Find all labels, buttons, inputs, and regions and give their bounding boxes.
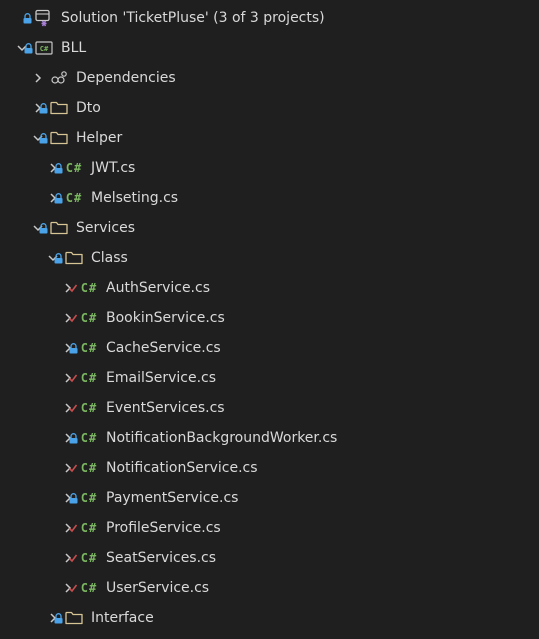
- check-icon: [68, 363, 78, 393]
- lock-icon: [53, 243, 63, 273]
- check-icon: [68, 573, 78, 603]
- check-icon: [68, 543, 78, 573]
- tree-item[interactable]: Class: [0, 243, 539, 273]
- csharp-file-icon: C#: [80, 341, 98, 355]
- solution-explorer-tree: Solution 'TicketPluse' (3 of 3 projects)…: [0, 0, 539, 639]
- chevron-right-icon[interactable]: [32, 63, 44, 93]
- check-icon: [68, 303, 78, 333]
- tree-item-label: NotificationBackgroundWorker.cs: [106, 430, 338, 446]
- tree-item-label: EventServices.cs: [106, 400, 225, 416]
- tree-item[interactable]: C# ProfileService.cs: [0, 513, 539, 543]
- csharp-file-icon: C#: [80, 551, 98, 565]
- tree-item-label: UserService.cs: [106, 580, 210, 596]
- tree-item[interactable]: C# CacheService.cs: [0, 333, 539, 363]
- tree-item-label: Melseting.cs: [91, 190, 179, 206]
- check-icon: [68, 393, 78, 423]
- tree-item-label: Helper: [76, 130, 123, 146]
- tree-item[interactable]: C# AuthService.cs: [0, 273, 539, 303]
- lock-icon: [68, 423, 78, 453]
- solution-icon: [34, 3, 52, 33]
- tree-item-label: EmailService.cs: [106, 370, 217, 386]
- csharp-file-icon: C#: [80, 581, 98, 595]
- tree-item[interactable]: Helper: [0, 123, 539, 153]
- tree-item-label: Dependencies: [76, 70, 176, 86]
- csharp-file-icon: C#: [80, 431, 98, 445]
- folder-icon: [50, 93, 68, 123]
- tree-item[interactable]: C# Melseting.cs: [0, 183, 539, 213]
- tree-item-label: BLL: [61, 40, 87, 56]
- tree-item[interactable]: C# EmailService.cs: [0, 363, 539, 393]
- dependencies-icon: [50, 63, 68, 93]
- tree-item-label: AuthService.cs: [106, 280, 210, 296]
- tree-item-label: NotificationService.cs: [106, 460, 258, 476]
- svg-text:C#: C#: [40, 45, 49, 53]
- tree-item-label: SeatServices.cs: [106, 550, 217, 566]
- tree-item-label: BookinService.cs: [106, 310, 225, 326]
- tree-item[interactable]: C# JWT.cs: [0, 153, 539, 183]
- tree-item-label: ProfileService.cs: [106, 520, 221, 536]
- tree-item-label: Dto: [76, 100, 101, 116]
- tree-item[interactable]: C# BLL: [0, 33, 539, 63]
- solution-label: Solution 'TicketPluse' (3 of 3 projects): [61, 10, 325, 26]
- folder-icon: [50, 213, 68, 243]
- tree-item-label: JWT.cs: [91, 160, 136, 176]
- lock-icon: [23, 33, 33, 63]
- tree-item[interactable]: Interface: [0, 603, 539, 633]
- tree-item[interactable]: C# NotificationService.cs: [0, 453, 539, 483]
- csharp-file-icon: C#: [65, 191, 83, 205]
- tree-item-label: Services: [76, 220, 136, 236]
- tree-item-label: PaymentService.cs: [106, 490, 239, 506]
- lock-icon: [68, 483, 78, 513]
- lock-icon: [38, 93, 48, 123]
- tree-item-label: Interface: [91, 610, 154, 626]
- tree-item[interactable]: C# UserService.cs: [0, 573, 539, 603]
- csharp-file-icon: C#: [80, 401, 98, 415]
- tree-item[interactable]: Dto: [0, 93, 539, 123]
- tree-item[interactable]: C# PaymentService.cs: [0, 483, 539, 513]
- csharp-file-icon: C#: [80, 311, 98, 325]
- tree-item-label: Class: [91, 250, 128, 266]
- folder-icon: [50, 123, 68, 153]
- tree-item-label: CacheService.cs: [106, 340, 221, 356]
- check-icon: [68, 513, 78, 543]
- lock-icon: [22, 3, 32, 33]
- tree-item[interactable]: C# SeatServices.cs: [0, 543, 539, 573]
- lock-icon: [53, 153, 63, 183]
- lock-icon: [38, 123, 48, 153]
- lock-icon: [53, 603, 63, 633]
- lock-icon: [38, 213, 48, 243]
- check-icon: [68, 453, 78, 483]
- lock-icon: [53, 183, 63, 213]
- tree-item[interactable]: C# EventServices.cs: [0, 393, 539, 423]
- solution-node[interactable]: Solution 'TicketPluse' (3 of 3 projects): [0, 3, 539, 33]
- csharp-file-icon: C#: [65, 161, 83, 175]
- check-icon: [68, 273, 78, 303]
- csharp-file-icon: C#: [80, 521, 98, 535]
- tree-item[interactable]: C# NotificationBackgroundWorker.cs: [0, 423, 539, 453]
- lock-icon: [68, 333, 78, 363]
- csharp-file-icon: C#: [80, 491, 98, 505]
- tree-item[interactable]: C# BookinService.cs: [0, 303, 539, 333]
- tree-item[interactable]: Dependencies: [0, 63, 539, 93]
- folder-icon: [65, 243, 83, 273]
- folder-icon: [65, 603, 83, 633]
- tree-item[interactable]: Services: [0, 213, 539, 243]
- csharp-file-icon: C#: [80, 461, 98, 475]
- csharp-file-icon: C#: [80, 371, 98, 385]
- csharp-file-icon: C#: [80, 281, 98, 295]
- csharp-project-icon: C#: [35, 33, 53, 63]
